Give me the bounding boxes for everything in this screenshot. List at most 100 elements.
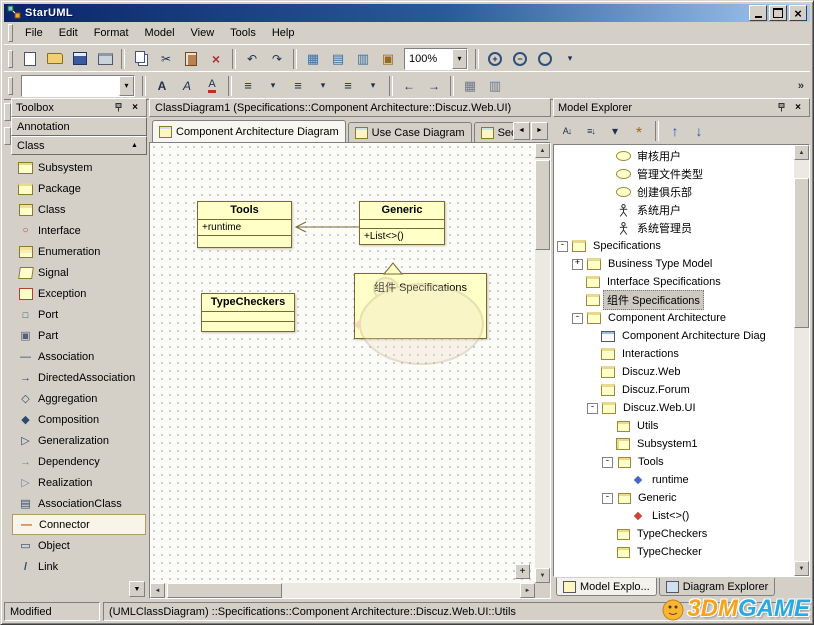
- tree-expander-icon[interactable]: +: [572, 259, 583, 270]
- zoom-fit-button[interactable]: [533, 47, 557, 71]
- tree-item-Generic[interactable]: -Generic: [554, 489, 794, 507]
- zoom-out-button[interactable]: [508, 47, 532, 71]
- arrow-left-button[interactable]: [397, 74, 421, 98]
- diagram-grid-button[interactable]: [326, 47, 350, 71]
- diagram-tab[interactable]: Sequ: [474, 122, 513, 142]
- tree-item-Utils[interactable]: Utils: [554, 417, 794, 435]
- toolbox-item-link[interactable]: Link: [11, 556, 147, 577]
- toolbar-grip[interactable]: [8, 77, 13, 95]
- tree-vertical-scrollbar[interactable]: [794, 145, 809, 576]
- quick-find-button[interactable]: [628, 120, 650, 142]
- tree-item-系统用户[interactable]: 系统用户: [554, 201, 794, 219]
- tree-item-组件 Specifications[interactable]: 组件 Specifications: [554, 291, 794, 309]
- component-box-specifications[interactable]: 组件 Specifications: [354, 273, 487, 339]
- chevron-down-icon[interactable]: [452, 49, 467, 69]
- menu-item-tools[interactable]: Tools: [222, 23, 264, 43]
- menu-item-format[interactable]: Format: [86, 23, 137, 43]
- diagram-pages-button[interactable]: [351, 47, 375, 71]
- scroll-down-icon[interactable]: [794, 561, 809, 576]
- tree-expander-icon[interactable]: -: [602, 493, 613, 504]
- toolbox-group-annotation[interactable]: Annotation: [11, 117, 147, 136]
- dropdown-button[interactable]: [558, 47, 582, 71]
- canvas-horizontal-scrollbar[interactable]: [150, 583, 535, 598]
- minimize-icon[interactable]: [749, 5, 767, 21]
- drawing-area[interactable]: Tools +runtime Generic +List<>() TypeChe…: [150, 143, 535, 583]
- tree-item-管理文件类型[interactable]: 管理文件类型: [554, 165, 794, 183]
- tree-item-runtime[interactable]: runtime: [554, 471, 794, 489]
- toolbox-item-connector[interactable]: Connector: [12, 514, 146, 535]
- print-button[interactable]: [93, 47, 117, 71]
- tree-expander-icon[interactable]: -: [572, 313, 583, 324]
- toolbox-item-directedassociation[interactable]: DirectedAssociation: [11, 367, 147, 388]
- toolbox-item-exception[interactable]: Exception: [11, 283, 147, 304]
- scroll-right-icon[interactable]: [520, 583, 535, 598]
- scrollbar-thumb[interactable]: [535, 160, 550, 250]
- expand-canvas-icon[interactable]: [515, 564, 530, 579]
- view-options-button[interactable]: [604, 120, 626, 142]
- open-file-button[interactable]: [43, 47, 67, 71]
- save-file-button[interactable]: [68, 47, 92, 71]
- tree-item-创建俱乐部[interactable]: 创建俱乐部: [554, 183, 794, 201]
- tree-item-Discuz.Forum[interactable]: Discuz.Forum: [554, 381, 794, 399]
- diagram-tab[interactable]: Component Architecture Diagram: [152, 120, 346, 142]
- zoom-combo[interactable]: 100%: [404, 48, 468, 70]
- fill-color-button[interactable]: [200, 74, 224, 98]
- toolbox-item-object[interactable]: Object: [11, 535, 147, 556]
- toolbar-overflow-icon[interactable]: [798, 80, 804, 92]
- diagram-tab[interactable]: Use Case Diagram: [348, 122, 472, 142]
- tree-item-审核用户[interactable]: 审核用户: [554, 147, 794, 165]
- model-explorer-tab[interactable]: Model Explo...: [556, 578, 657, 596]
- toolbox-group-class[interactable]: Class: [11, 136, 147, 155]
- zoom-in-button[interactable]: [483, 47, 507, 71]
- scrollbar-thumb[interactable]: [794, 178, 809, 328]
- scroll-down-icon[interactable]: [129, 581, 145, 597]
- tree-expander-icon[interactable]: -: [557, 241, 568, 252]
- redo-button[interactable]: [265, 47, 289, 71]
- close-icon[interactable]: [789, 5, 807, 21]
- scrollbar-thumb[interactable]: [167, 583, 282, 598]
- tree-item-Interactions[interactable]: Interactions: [554, 345, 794, 363]
- stereotype-combo[interactable]: [21, 75, 135, 97]
- toolbox-item-port[interactable]: Port: [11, 304, 147, 325]
- move-down-button[interactable]: [688, 120, 710, 142]
- dropdown-button[interactable]: [261, 74, 285, 98]
- scroll-up-icon[interactable]: [794, 145, 809, 160]
- scrollbar-track[interactable]: [794, 160, 809, 561]
- pin-icon[interactable]: [112, 101, 126, 114]
- toolbox-item-signal[interactable]: Signal: [11, 262, 147, 283]
- dependency-arrow[interactable]: [292, 219, 360, 235]
- move-up-button[interactable]: [664, 120, 686, 142]
- toolbox-item-class[interactable]: Class: [11, 199, 147, 220]
- tree-item-Specifications[interactable]: -Specifications: [554, 237, 794, 255]
- close-icon[interactable]: [128, 101, 142, 114]
- dock-grip[interactable]: [4, 127, 11, 145]
- pin-icon[interactable]: [775, 101, 789, 114]
- tab-scroll-right-icon[interactable]: [531, 122, 548, 140]
- arrow-right-button[interactable]: [422, 74, 446, 98]
- canvas-vertical-scrollbar[interactable]: [535, 143, 550, 583]
- dock-grip[interactable]: [4, 103, 11, 121]
- toolbar-grip[interactable]: [8, 50, 13, 68]
- tree-expander-icon[interactable]: -: [602, 457, 613, 468]
- toolbox-item-package[interactable]: Package: [11, 178, 147, 199]
- title-bar[interactable]: StarUML: [4, 4, 810, 22]
- scroll-up-icon[interactable]: [128, 139, 141, 152]
- close-icon[interactable]: [791, 101, 805, 114]
- align-right-button[interactable]: [336, 74, 360, 98]
- align-middle-button[interactable]: [286, 74, 310, 98]
- menu-item-file[interactable]: File: [17, 23, 51, 43]
- tree-expander-icon[interactable]: -: [587, 403, 598, 414]
- diagram-map-button[interactable]: [301, 47, 325, 71]
- tree-item-系统管理员[interactable]: 系统管理员: [554, 219, 794, 237]
- class-box-generic[interactable]: Generic +List<>(): [359, 201, 445, 245]
- toolbox-item-aggregation[interactable]: Aggregation: [11, 388, 147, 409]
- scroll-down-icon[interactable]: [535, 568, 550, 583]
- restore-icon[interactable]: [769, 5, 787, 21]
- tree-item-TypeChecker[interactable]: TypeChecker: [554, 543, 794, 561]
- tree-item-Interface Specifications[interactable]: Interface Specifications: [554, 273, 794, 291]
- class-box-typecheckers[interactable]: TypeCheckers: [201, 293, 295, 332]
- chevron-down-icon[interactable]: [119, 76, 134, 96]
- toolbox-item-part[interactable]: Part: [11, 325, 147, 346]
- layout-grid-button[interactable]: [458, 74, 482, 98]
- dropdown-button[interactable]: [361, 74, 385, 98]
